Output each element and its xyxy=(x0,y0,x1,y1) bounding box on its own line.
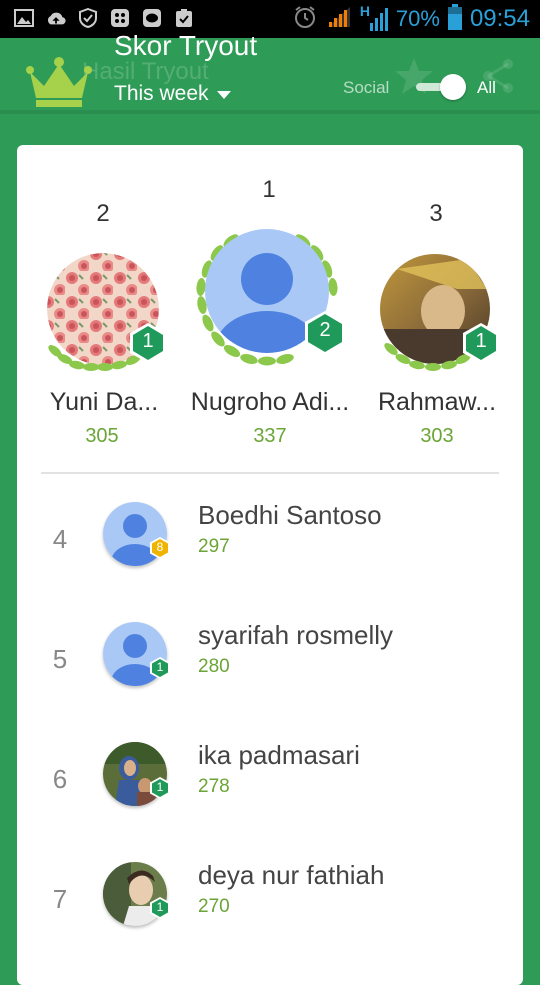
period-label: This week xyxy=(114,82,209,105)
page-title: Skor Tryout xyxy=(114,30,258,61)
alarm-icon xyxy=(292,4,318,35)
signal-icon xyxy=(326,5,352,34)
list-name: ika padmasari xyxy=(198,740,360,770)
podium-name-3: Rahmaw... xyxy=(377,388,497,416)
gallery-icon xyxy=(14,8,34,28)
level-badge: 1 xyxy=(148,776,172,805)
battery-icon xyxy=(447,3,462,35)
level-badge-number: 8 xyxy=(156,540,164,554)
bbm-icon xyxy=(110,8,130,28)
podium-score-3: 303 xyxy=(420,425,454,447)
podium-avatar-3[interactable]: 1 xyxy=(377,249,503,375)
notification-icons xyxy=(14,8,194,28)
podium-rank-3: 3 xyxy=(429,200,443,227)
podium-level-badge: 1 xyxy=(475,330,487,352)
list-score: 297 xyxy=(198,536,230,557)
cloud-upload-icon xyxy=(46,8,66,28)
clock: 09:54 xyxy=(469,5,530,32)
list-rank: 6 xyxy=(52,764,68,794)
list-score: 280 xyxy=(198,656,230,677)
list-score: 270 xyxy=(198,896,230,917)
podium-avatar-2[interactable]: 1 xyxy=(41,247,167,373)
shield-icon xyxy=(78,8,98,28)
level-badge: 8 xyxy=(148,536,172,565)
podium-avatar-1[interactable]: 2 xyxy=(187,227,351,379)
social-label: Social xyxy=(343,78,390,97)
period-dropdown[interactable]: This week xyxy=(114,82,231,106)
list-score: 278 xyxy=(198,776,230,797)
leaderboard-card: 2 1 Yuni Da... 305 1 2 Nugroho Adi... 33… xyxy=(17,145,523,985)
divider xyxy=(41,472,499,474)
list-name: deya nur fathiah xyxy=(198,860,385,890)
podium-rank-1: 1 xyxy=(262,176,276,203)
level-badge: 1 xyxy=(148,656,172,685)
level-badge-number: 1 xyxy=(156,900,164,914)
list-rank: 7 xyxy=(52,884,68,914)
crown-icon xyxy=(26,56,92,113)
scope-toggle[interactable] xyxy=(414,74,466,100)
list-rank: 4 xyxy=(52,524,68,554)
podium-level-badge: 2 xyxy=(319,319,331,341)
podium-rank-2: 2 xyxy=(96,200,110,227)
clipboard-check-icon xyxy=(174,8,194,28)
list-item[interactable]: 7 1 deya nur fathiah 270 xyxy=(17,860,523,962)
network-signal-icon: H xyxy=(360,3,388,33)
battery-percent: 70% xyxy=(395,6,440,31)
status-bar: H 70% 09:54 xyxy=(0,0,540,38)
level-badge-number: 1 xyxy=(156,660,164,674)
line-icon xyxy=(142,8,162,28)
list-item[interactable]: 5 1 syarifah rosmelly 280 xyxy=(17,620,523,722)
list-item[interactable]: 4 8 Boedhi Santoso 297 xyxy=(17,500,523,602)
list-rank: 5 xyxy=(52,644,68,674)
chevron-down-icon xyxy=(216,91,231,99)
podium-name-2: Yuni Da... xyxy=(49,388,159,416)
podium-level-badge: 1 xyxy=(142,330,154,352)
list-name: Boedhi Santoso xyxy=(198,500,382,530)
level-badge: 1 xyxy=(148,896,172,925)
list-name: syarifah rosmelly xyxy=(198,620,394,650)
podium-score-2: 305 xyxy=(85,425,119,447)
podium-score-1: 337 xyxy=(253,425,287,447)
all-label: All xyxy=(477,78,496,97)
level-badge-number: 1 xyxy=(156,780,164,794)
list-item[interactable]: 6 1 ika padmasari 278 xyxy=(17,740,523,842)
toggle-knob xyxy=(440,74,466,100)
podium-name-1: Nugroho Adi... xyxy=(190,388,350,416)
